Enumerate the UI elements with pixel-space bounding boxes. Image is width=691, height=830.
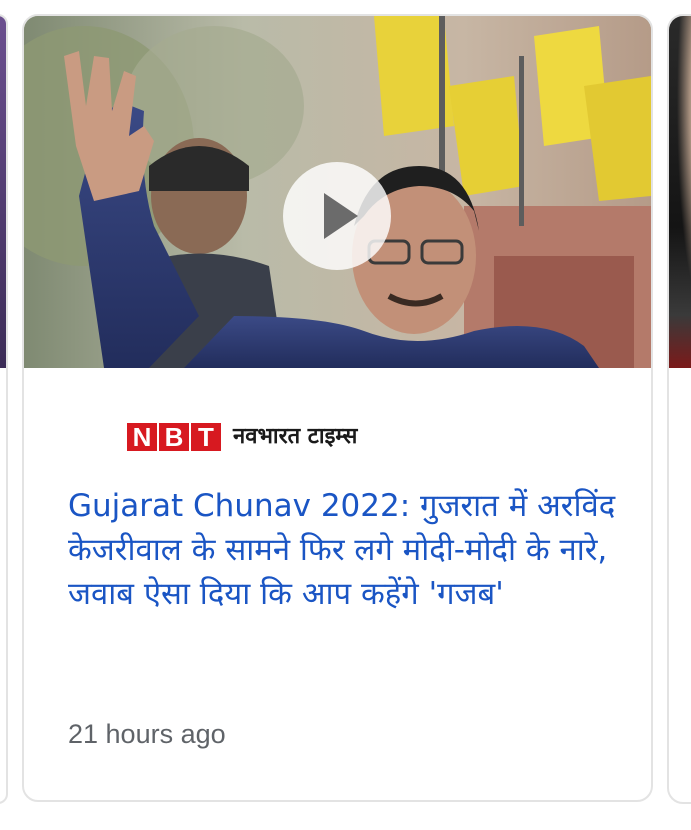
logo-letter-n: N <box>127 423 157 451</box>
news-carousel: N B T नवभारत टाइम्स Gujarat Chunav 2022:… <box>0 0 691 830</box>
previous-news-card[interactable] <box>0 14 8 804</box>
next-news-card[interactable] <box>667 14 691 804</box>
source-name: नवभारत टाइम्स <box>233 424 358 449</box>
card-body: N B T नवभारत टाइम्स Gujarat Chunav 2022:… <box>24 368 651 800</box>
nbt-logo: N B T <box>127 423 223 451</box>
source-row: N B T नवभारत टाइम्स <box>127 422 357 452</box>
logo-letter-t: T <box>191 423 221 451</box>
logo-letter-b: B <box>159 423 189 451</box>
next-card-thumbnail <box>669 16 691 368</box>
video-thumbnail[interactable] <box>24 16 651 368</box>
play-button[interactable] <box>283 162 391 270</box>
news-card[interactable]: N B T नवभारत टाइम्स Gujarat Chunav 2022:… <box>22 14 653 802</box>
play-icon <box>324 193 358 239</box>
timestamp: 21 hours ago <box>68 719 226 749</box>
previous-card-thumbnail <box>0 16 6 368</box>
headline-link[interactable]: Gujarat Chunav 2022: गुजरात में अरविंद क… <box>68 484 628 616</box>
